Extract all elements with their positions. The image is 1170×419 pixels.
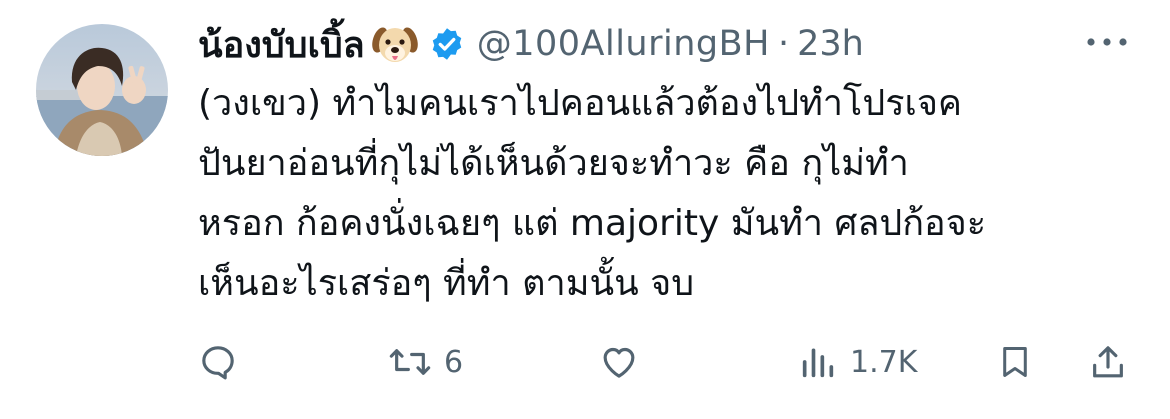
display-name[interactable]: น้องบับเบิ้ล [198, 16, 365, 73]
views-chart-icon [798, 342, 838, 382]
share-icon [1088, 341, 1128, 383]
bookmark-icon [996, 341, 1034, 383]
reply-button[interactable] [198, 334, 250, 390]
share-button[interactable] [1088, 334, 1128, 390]
reply-icon [198, 342, 238, 382]
views-button[interactable]: 1.7K [798, 334, 917, 390]
tweet-actions: 6 1.7K [198, 334, 1138, 390]
like-button[interactable] [598, 334, 652, 390]
more-horizontal-icon[interactable] [1084, 30, 1130, 54]
user-handle[interactable]: @100AlluringBH [477, 24, 770, 64]
dog-face-icon [371, 20, 419, 68]
bookmark-button[interactable] [996, 334, 1034, 390]
timestamp[interactable]: 23h [797, 24, 864, 64]
verified-badge-icon [429, 26, 465, 62]
retweet-button[interactable]: 6 [388, 334, 463, 390]
tweet-header: น้องบับเบิ้ล @100AlluringBH · 23h [198, 14, 864, 74]
heart-icon [598, 342, 640, 382]
retweet-icon [388, 342, 432, 382]
tweet-text: (วงเขว) ทำไมคนเราไปคอนแล้วต้องไปทำโปรเจค… [198, 83, 987, 304]
avatar[interactable] [36, 24, 168, 156]
tweet[interactable]: น้องบับเบิ้ล @100AlluringBH · 23h (วงเขว… [0, 0, 1170, 419]
views-count: 1.7K [850, 344, 918, 380]
separator-dot: · [777, 24, 790, 64]
retweet-count: 6 [444, 344, 464, 380]
